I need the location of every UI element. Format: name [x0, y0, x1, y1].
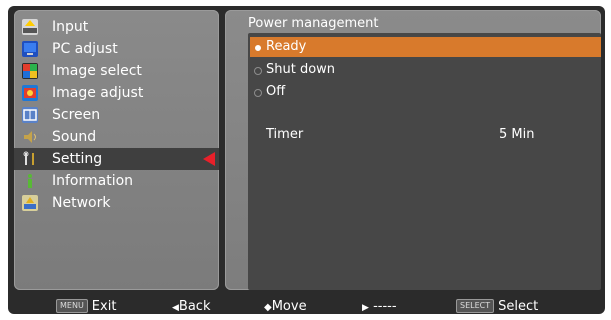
menu-item-label: Sound [52, 129, 97, 145]
help-move-label: Move [271, 299, 307, 314]
option-label: Shut down [266, 62, 336, 77]
menu-item-setting[interactable]: Setting [14, 148, 219, 170]
timer-label: Timer [266, 127, 304, 142]
menu-item-image-adjust[interactable]: Image adjust [14, 82, 219, 104]
menu-item-label: Screen [52, 107, 101, 123]
help-next-label: ----- [373, 299, 397, 314]
monitor-icon [22, 41, 38, 57]
menu-item-screen[interactable]: Screen [14, 104, 219, 126]
menu-item-input[interactable]: Input [14, 16, 219, 38]
wrench-icon [22, 151, 38, 167]
radio-selected-icon [255, 45, 261, 51]
help-back: ◀Back [172, 297, 210, 318]
option-ready[interactable]: Ready [250, 37, 601, 57]
screen-icon [22, 107, 38, 123]
menu-item-pc-adjust[interactable]: PC adjust [14, 38, 219, 60]
option-label: Off [266, 84, 286, 99]
left-arrow-icon: ◀ [172, 303, 179, 313]
radio-icon [254, 67, 262, 75]
move-arrows-icon: ◆ [264, 302, 272, 313]
help-bar: MENU Exit ◀Back ◆Move ▶ ----- SELECT Selec… [8, 297, 605, 317]
submenu-title: Power management [248, 16, 379, 31]
help-move: ◆Move [264, 297, 307, 318]
select-key-icon: SELECT [456, 299, 495, 313]
help-back-label: Back [178, 299, 211, 314]
option-off[interactable]: Off [250, 82, 601, 102]
timer-value[interactable]: 5 Min [499, 127, 534, 142]
help-select: SELECT Select [456, 297, 538, 317]
selection-arrow-icon [203, 152, 215, 166]
network-icon [22, 195, 38, 211]
help-next: ▶ ----- [362, 297, 397, 318]
menu-item-label: Information [52, 173, 134, 189]
menu-item-label: Network [52, 195, 111, 211]
info-icon [22, 173, 38, 189]
option-label: Ready [266, 39, 307, 54]
image-select-icon [22, 63, 38, 79]
menu-item-sound[interactable]: Sound [14, 126, 219, 148]
menu-item-network[interactable]: Network [14, 192, 219, 214]
menu-key-icon: MENU [56, 299, 88, 313]
menu-item-label: Input [52, 19, 89, 35]
input-icon [22, 19, 38, 35]
help-exit: MENU Exit [56, 297, 116, 317]
menu-item-label: PC adjust [52, 41, 118, 57]
option-shut-down[interactable]: Shut down [250, 60, 601, 80]
menu-item-label: Setting [52, 151, 103, 167]
radio-icon [254, 89, 262, 97]
menu-item-image-select[interactable]: Image select [14, 60, 219, 82]
image-adjust-icon [22, 85, 38, 101]
help-select-label: Select [498, 299, 539, 314]
help-exit-label: Exit [91, 299, 117, 314]
menu-item-label: Image select [52, 63, 142, 79]
menu-item-information[interactable]: Information [14, 170, 219, 192]
right-arrow-icon: ▶ [362, 303, 369, 313]
speaker-icon [22, 129, 38, 145]
menu-item-label: Image adjust [52, 85, 144, 101]
